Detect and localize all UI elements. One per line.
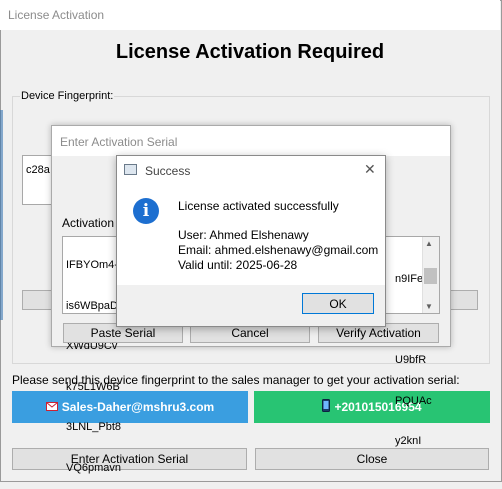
serial-line: U9bfR — [395, 354, 427, 366]
success-message: License activated successfully — [178, 199, 339, 213]
ok-button[interactable]: OK — [302, 293, 374, 314]
fingerprint-button-left[interactable] — [22, 290, 52, 310]
scroll-up-icon[interactable]: ▲ — [425, 239, 433, 248]
serial-dialog-title: Enter Activation Serial — [60, 135, 178, 149]
fingerprint-value: c28a — [26, 164, 50, 176]
license-user: User: Ahmed Elshenawy — [178, 228, 309, 242]
serial-line: y2knI — [395, 435, 422, 447]
scroll-thumb[interactable] — [424, 268, 437, 284]
window-edge-accent — [0, 110, 3, 320]
fingerprint-textbox[interactable] — [22, 155, 52, 205]
serial-line: k75L1W6B — [66, 380, 120, 393]
license-email: Email: ahmed.elshenawy@gmail.com — [178, 243, 379, 257]
envelope-icon — [45, 400, 58, 414]
scroll-down-icon[interactable]: ▼ — [425, 302, 433, 311]
license-valid-until: Valid until: 2025-06-28 — [178, 258, 298, 272]
serial-line: VQ6pmavn — [66, 461, 122, 474]
window-title: License Activation — [8, 8, 105, 22]
page-heading: License Activation Required — [115, 41, 385, 63]
close-icon[interactable]: ✕ — [364, 161, 376, 178]
fingerprint-button-right[interactable] — [450, 290, 478, 310]
fingerprint-group-label: Device Fingerprint: — [20, 90, 115, 102]
app-window-icon — [124, 164, 137, 175]
serial-line: PQUAc — [395, 394, 432, 407]
serial-line: 3LNL_Pbt8 — [66, 421, 122, 433]
message-box-title: Success — [145, 164, 191, 178]
info-icon: i — [133, 198, 159, 224]
